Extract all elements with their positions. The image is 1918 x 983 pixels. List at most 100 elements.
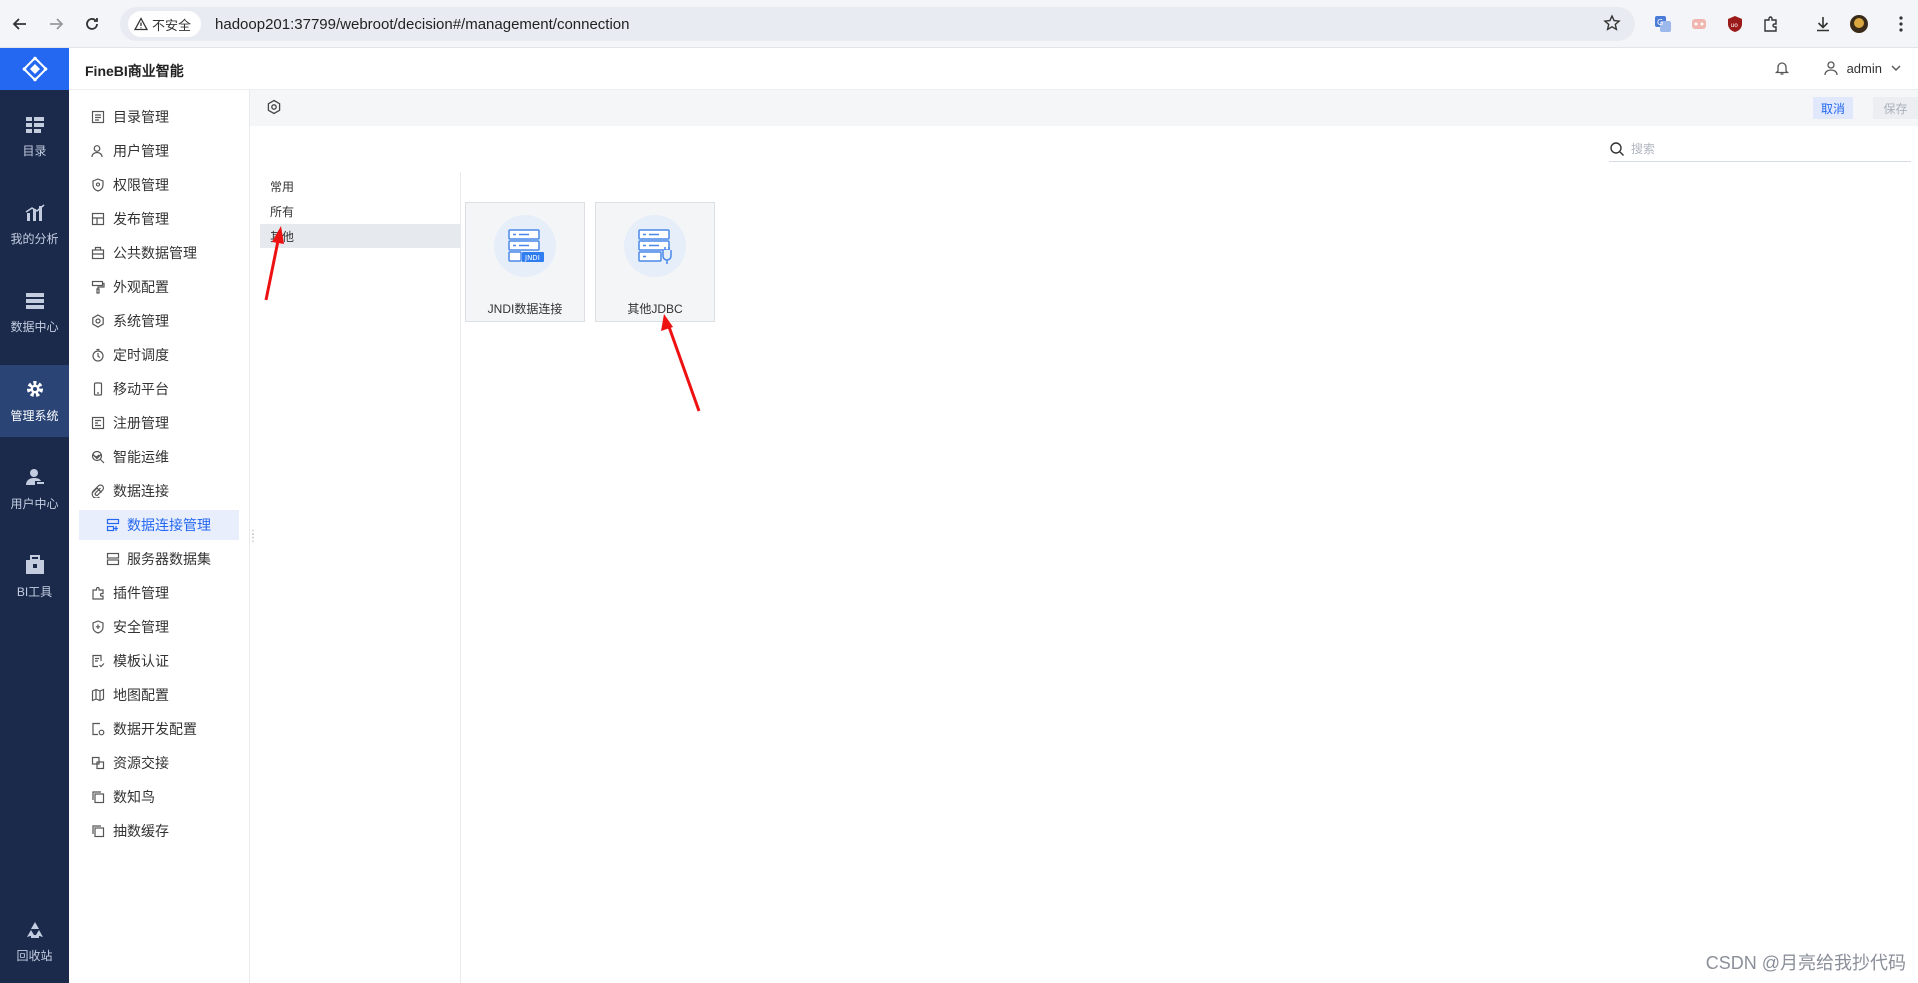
user-menu[interactable]: admin [1823,60,1902,76]
brand-title: FineBI商业智能 [85,63,184,79]
rail-item-user-center[interactable]: 用户中心 [0,453,69,525]
rail-item-catalog[interactable]: 目录 [0,101,69,173]
menu-label: 系统管理 [113,313,169,329]
rail-item-label: BI工具 [16,584,53,599]
timer-icon [91,348,105,362]
menu-item-data-connection[interactable]: 数据连接 [69,476,250,506]
user-icon [1823,60,1839,76]
back-button[interactable] [8,12,32,36]
svg-text:G: G [1657,18,1663,27]
menu-item-mobile-platform[interactable]: 移动平台 [69,374,250,404]
app-logo[interactable] [0,48,69,90]
rail-item-management[interactable]: 管理系统 [0,365,69,437]
download-icon[interactable] [1812,13,1834,35]
menu-label: 注册管理 [113,415,169,431]
menu-item-server-dataset[interactable]: 服务器数据集 [69,544,250,574]
chevron-down-icon [1890,62,1902,74]
save-button[interactable]: 保存 [1873,97,1918,119]
rail-item-label: 回收站 [16,948,53,963]
search-box [1609,136,1911,162]
url-text[interactable]: hadoop201:37799/webroot/decision#/manage… [215,16,629,33]
menu-item-map-config[interactable]: 地图配置 [69,680,250,710]
menu-label: 发布管理 [113,211,169,227]
jndi-badge-text: JNDI [524,254,540,262]
menu-item-publish-management[interactable]: 发布管理 [69,204,250,234]
menu-item-security-management[interactable]: 安全管理 [69,612,250,642]
rail-item-label: 用户中心 [10,496,59,511]
menu-item-smart-ops[interactable]: 智能运维 [69,442,250,472]
rail-item-label: 管理系统 [10,408,59,423]
menu-item-scheduling[interactable]: 定时调度 [69,340,250,370]
category-other[interactable]: 其他 [260,224,461,248]
card-label: 其他JDBC [627,302,683,316]
rail-item-recycle-bin[interactable]: 回收站 [0,906,69,978]
menu-item-registration[interactable]: 注册管理 [69,408,250,438]
menu-item-resource-handover[interactable]: 资源交接 [69,748,250,778]
menu-label: 权限管理 [113,177,169,193]
menu-item-template-certification[interactable]: 模板认证 [69,646,250,676]
menu-item-permission-management[interactable]: 权限管理 [69,170,250,200]
menu-label: 资源交接 [113,755,169,771]
security-chip[interactable]: 不安全 [128,11,202,37]
browser-toolbar: 不安全 hadoop201:37799/webroot/decision#/ma… [0,0,1918,48]
paint-roller-icon [91,280,105,294]
puzzle-extensions-icon[interactable] [1760,13,1782,35]
menu-item-catalog-management[interactable]: 目录管理 [69,102,250,132]
management-menu: 目录管理 用户管理 权限管理 发布管理 公共数据管理 外观配置 系统管理 定时调… [69,90,250,983]
menu-item-appearance[interactable]: 外观配置 [69,272,250,302]
settings-gear-icon[interactable] [266,99,282,115]
rail-item-my-analysis[interactable]: 我的分析 [0,189,69,261]
connection-card-other-jdbc[interactable]: 其他JDBC [595,202,715,322]
ublock-shield-icon[interactable]: uo [1724,13,1746,35]
category-all[interactable]: 所有 [260,199,461,223]
menu-item-user-management[interactable]: 用户管理 [69,136,250,166]
certificate-icon [91,654,105,668]
copy-icon [91,824,105,838]
menu-label: 地图配置 [113,687,169,703]
menu-label: 安全管理 [113,619,169,635]
svg-text:uo: uo [1731,22,1739,29]
menu-item-data-connection-management[interactable]: 数据连接管理 [79,510,239,540]
menu-item-plugin-management[interactable]: 插件管理 [69,578,250,608]
annotation-arrow-jdbc [661,314,701,412]
translate-extension-icon[interactable]: G [1652,13,1674,35]
jdbc-server-plug-icon [624,215,686,277]
rail-item-data-center[interactable]: 数据中心 [0,277,69,349]
user-icon [91,144,105,158]
menu-item-extract-cache[interactable]: 抽数缓存 [69,816,250,846]
category-common[interactable]: 常用 [260,174,461,198]
game-extension-icon[interactable] [1688,13,1710,35]
bell-icon[interactable] [1774,60,1790,76]
rail-item-label: 我的分析 [10,231,59,246]
reload-icon [84,16,100,32]
content-toolbar: 取消 保存 [250,90,1918,126]
menu-item-public-data-management[interactable]: 公共数据管理 [69,238,250,268]
rail-item-label: 目录 [22,143,47,158]
publish-icon [91,212,105,226]
forward-button[interactable] [44,12,68,36]
menu-item-system-management[interactable]: 系统管理 [69,306,250,336]
menu-item-shuzhiniao[interactable]: 数知鸟 [69,782,250,812]
reload-button[interactable] [80,12,104,36]
cancel-button[interactable]: 取消 [1813,97,1853,119]
watermark: CSDN @月亮给我抄代码 [1705,953,1906,973]
menu-label: 数据连接管理 [127,517,211,533]
search-input[interactable] [1631,141,1891,156]
server-icon [106,552,120,566]
rail-item-bi-tools[interactable]: BI工具 [0,541,69,613]
menu-label: 定时调度 [113,347,169,363]
handover-icon [91,756,105,770]
menu-label: 数据开发配置 [113,721,197,737]
connection-card-jndi[interactable]: JNDI JNDI数据连接 [465,202,585,322]
copy-icon [91,790,105,804]
shield-icon [91,178,105,192]
registration-icon [91,416,105,430]
more-menu-icon[interactable] [1890,13,1912,35]
profile-avatar-icon[interactable] [1848,13,1870,35]
arrow-left-icon [12,16,28,32]
bookmark-star-icon[interactable] [1603,14,1621,32]
menu-item-data-dev-config[interactable]: 数据开发配置 [69,714,250,744]
menu-label: 移动平台 [113,381,169,397]
menu-label: 目录管理 [113,109,169,125]
address-bar[interactable]: 不安全 hadoop201:37799/webroot/decision#/ma… [120,7,1635,41]
